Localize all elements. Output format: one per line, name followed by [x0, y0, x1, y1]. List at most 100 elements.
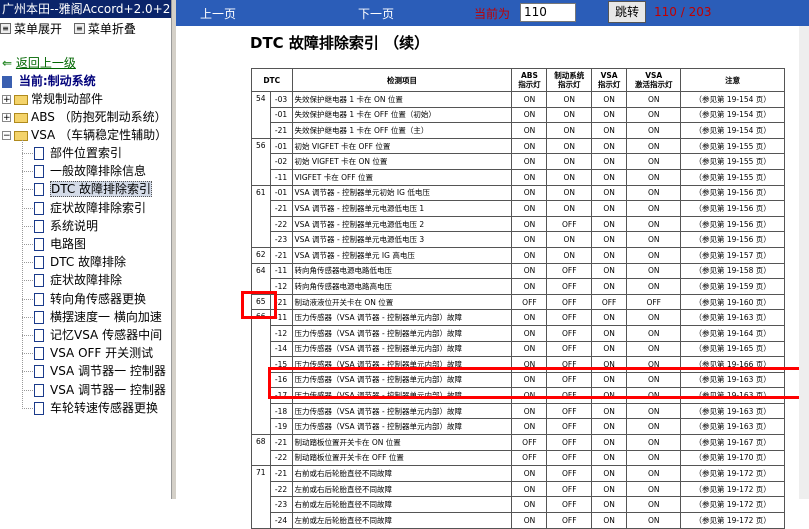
splitter[interactable]	[172, 0, 176, 499]
tree-item[interactable]: 车轮转速传感器更换	[34, 399, 158, 417]
note-cell: （参见第 19-163 页）	[680, 402, 785, 420]
indicator-cell: ON	[546, 246, 593, 264]
tree-item[interactable]: VSA 调节器一 控制器	[34, 362, 166, 380]
indicator-cell: ON	[511, 402, 548, 420]
document-icon	[34, 292, 44, 306]
dtc-subcode-cell: -01	[269, 137, 293, 155]
note-cell: （参见第 19-167 页）	[680, 434, 785, 451]
detection-item-cell: 右前或右后轮胎直径不同故障	[291, 465, 513, 482]
detection-item-cell: 压力传感器（VSA 调节器 - 控制器单元内部）故障	[291, 309, 513, 326]
indicator-cell: ON	[511, 168, 548, 186]
document-page: DTC 故障排除索引 （续） DTC 检测项目 ABS 指示灯 制动系统 指示灯 VSA…	[196, 26, 809, 529]
indicator-cell: ON	[511, 246, 548, 264]
menu-expand[interactable]: ≡ 菜单展开	[0, 20, 62, 37]
dtc-subcode-cell: -22	[269, 215, 293, 233]
table-row: 64 -11 转向角传感器电源电路低电压 ON OFF ON ON （参见第 19-158 页…	[251, 262, 785, 295]
note-cell: （参见第 19-155 页）	[680, 153, 785, 170]
tree-item[interactable]: DTC 故障排除	[34, 253, 126, 271]
tree-item[interactable]: 一般故障排除信息	[34, 162, 146, 180]
table-header-cell: VSA 指示灯	[591, 68, 628, 92]
expand-toggle-icon[interactable]: +	[2, 113, 11, 123]
note-cell: （参见第 19-155 页）	[680, 137, 785, 155]
indicator-cell: OFF	[511, 434, 548, 451]
table-header-cell: 注意	[680, 68, 785, 92]
table-row: -21 失效保护继电器 1 卡在 OFF 位置（主） ON ON ON ON （参见第 19…	[252, 122, 785, 139]
dtc-subcode-cell: -18	[269, 402, 293, 420]
dtc-subcode-cell: -14	[269, 340, 293, 358]
tree-folder[interactable]: + ABS （防抱死制动系统）	[2, 108, 167, 126]
table-header-cell: DTC	[251, 68, 293, 92]
indicator-cell: ON	[626, 106, 682, 124]
detection-item-cell: 左前或右后轮胎直径不同故障	[291, 480, 513, 498]
table-row: 66 -11 压力传感器（VSA 调节器 - 控制器单元内部）故障 ON OFF ON ON…	[251, 309, 785, 436]
go-button[interactable]: 跳转	[608, 1, 646, 23]
indicator-cell: ON	[626, 324, 682, 342]
tree-item[interactable]: 症状故障排除	[34, 271, 122, 289]
table-row: 62 -21 VSA 调节器 - 控制器单元 IG 高电压 ON ON ON ON （参见第 …	[251, 246, 785, 264]
indicator-cell: ON	[546, 153, 593, 170]
document-icon	[34, 219, 44, 233]
current-page-input[interactable]: 110	[520, 3, 576, 22]
note-cell: （参见第 19-170 页）	[680, 449, 785, 467]
indicator-cell: OFF	[546, 309, 593, 326]
tree-item[interactable]: 系统说明	[34, 217, 98, 235]
indicator-cell: OFF	[546, 278, 593, 295]
indicator-cell: OFF	[546, 418, 593, 436]
indicator-cell: ON	[546, 231, 593, 248]
indicator-cell: ON	[511, 153, 548, 170]
dtc-code-cell: 64	[251, 262, 271, 295]
tree-item[interactable]: 部件位置索引	[34, 144, 122, 162]
scrollbar[interactable]	[799, 26, 809, 499]
next-page-link[interactable]: 下一页	[358, 5, 394, 22]
tree-item[interactable]: 记忆VSA 传感器中间	[34, 326, 162, 344]
detection-item-cell: 转向角传感器电源电路低电压	[291, 262, 513, 280]
dtc-subcode-cell: -21	[269, 200, 293, 217]
indicator-cell: ON	[546, 91, 593, 108]
expand-toggle-icon[interactable]: −	[2, 131, 11, 141]
current-page-label: 当前为	[474, 7, 511, 21]
indicator-cell: ON	[591, 231, 628, 248]
tree-item[interactable]: VSA OFF 开关测试	[34, 344, 153, 362]
indicator-cell: OFF	[546, 402, 593, 420]
indicator-cell: ON	[591, 512, 628, 529]
indicator-cell: OFF	[546, 496, 593, 514]
indicator-cell: ON	[626, 200, 682, 217]
tree-item[interactable]: 症状故障排除索引	[34, 199, 146, 217]
expand-toggle-icon[interactable]: +	[2, 95, 11, 105]
indicator-cell: OFF	[626, 293, 682, 311]
indicator-cell: OFF	[511, 449, 548, 467]
dtc-subcode-cell: -22	[269, 449, 293, 467]
indicator-cell: ON	[626, 184, 682, 202]
left-panel: 广州本田--雅阁Accord+2.0+2.4 ≡ 菜单展开 ≡ 菜单折叠 ⇐ 返回上…	[0, 0, 172, 499]
indicator-cell: ON	[626, 278, 682, 295]
tree-folder[interactable]: + 常规制动部件	[2, 90, 103, 108]
indicator-cell: ON	[546, 137, 593, 155]
note-cell: （参见第 19-156 页）	[680, 231, 785, 248]
tree-item[interactable]: VSA 调节器一 控制器	[34, 381, 166, 399]
indicator-cell: OFF	[546, 434, 593, 451]
detection-item-cell: 失效保护继电器 1 卡在 ON 位置	[291, 91, 513, 108]
menu-collapse[interactable]: ≡ 菜单折叠	[73, 20, 136, 37]
tree-item[interactable]: 转向角传感器更换	[34, 290, 146, 308]
note-cell: （参见第 19-155 页）	[680, 168, 785, 186]
detection-item-cell: 右前或左后轮胎直径不同故障	[291, 496, 513, 514]
indicator-cell: OFF	[546, 480, 593, 498]
table-row: -23 右前或左后轮胎直径不同故障 ON OFF ON ON （参见第 19-172 页）	[252, 496, 785, 514]
indicator-cell: ON	[626, 480, 682, 498]
indicator-cell: ON	[511, 465, 548, 482]
tree-item[interactable]: DTC 故障排除索引	[34, 180, 153, 198]
indicator-cell: ON	[626, 122, 682, 139]
prev-page-link[interactable]: 上一页	[200, 5, 236, 22]
highlight-box-row-17	[268, 367, 804, 399]
indicator-cell: ON	[626, 137, 682, 155]
tree-item[interactable]: 横摆速度一 横向加速	[34, 308, 162, 326]
folder-icon	[14, 112, 28, 123]
back-link[interactable]: ⇐ 返回上一级	[2, 54, 76, 72]
table-row: 56 -01 初始 VIGFET 卡在 OFF 位置 ON ON ON ON （参见第 19-…	[251, 137, 785, 186]
detection-item-cell: 压力传感器（VSA 调节器 - 控制器单元内部）故障	[291, 418, 513, 436]
tree-folder[interactable]: − VSA （车辆稳定性辅助）	[2, 126, 167, 144]
indicator-cell: ON	[591, 309, 628, 326]
tree-item[interactable]: 电路图	[34, 235, 86, 253]
detection-item-cell: 左前或左后轮胎直径不同故障	[291, 512, 513, 529]
indicator-cell: ON	[626, 418, 682, 436]
